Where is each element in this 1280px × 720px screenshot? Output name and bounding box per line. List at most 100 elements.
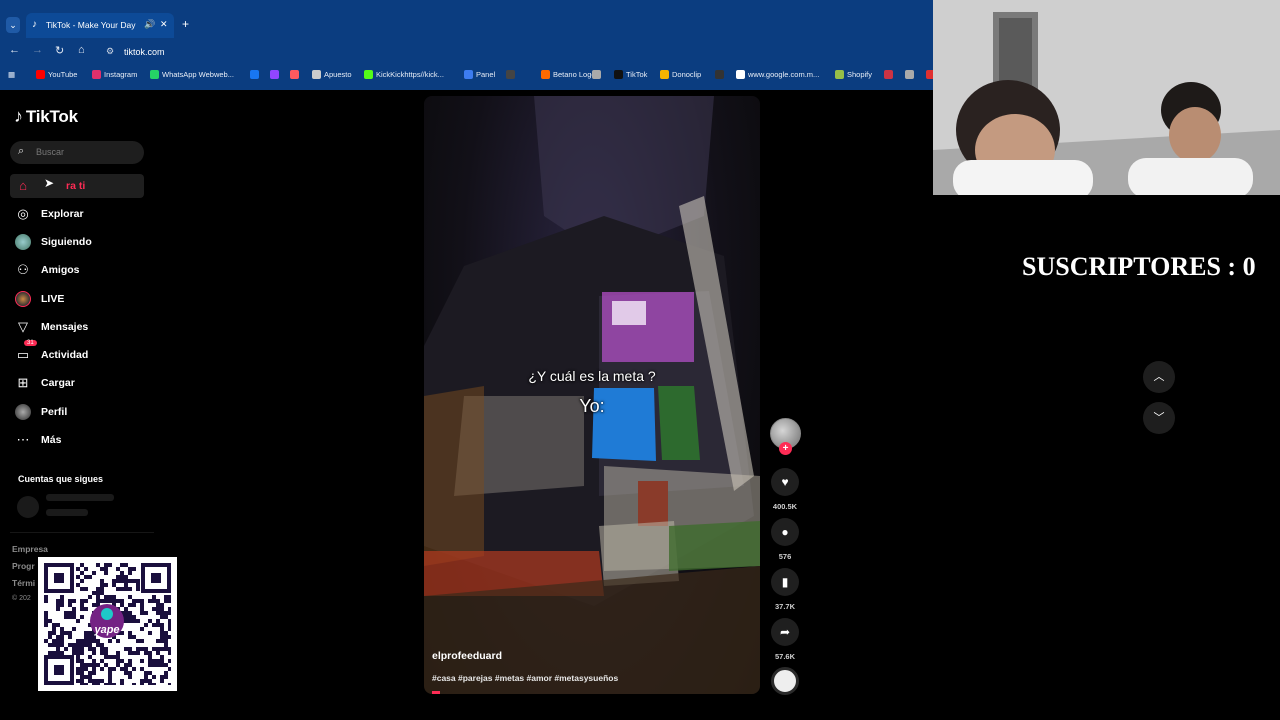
bookmark-favicon-icon [614,70,623,79]
bookmark-item[interactable]: Apuesto [312,70,352,79]
address-url: tiktok.com [124,47,165,57]
bookmark-favicon-icon [92,70,101,79]
sidebar-item-messages[interactable]: ▽ Mensajes [10,315,144,339]
bookmark-item[interactable]: Instagram [92,70,137,79]
forward-icon[interactable]: → [32,44,43,56]
bookmark-item[interactable] [592,70,604,79]
browser-chrome: ⌄ ♪ TikTok - Make Your Day 🔊 ✕ + ← → ↻ ⌂… [0,0,935,90]
comment-count: 576 [778,552,792,561]
bookmark-label: Shopify [847,70,873,79]
search-input[interactable]: ⌕ Buscar [10,141,144,164]
bookmark-item[interactable]: Panel [464,70,495,79]
more-dots-icon: ⋯ [16,432,30,447]
site-info-icon[interactable]: ⚙ [106,46,114,57]
skeleton-avatar [17,496,39,518]
sidebar-item-friends[interactable]: ⚇ Amigos [10,258,144,282]
bookmark-label: WhatsApp Webweb... [162,70,234,79]
bookmark-item[interactable]: YouTube [36,70,77,79]
sidebar-item-label: LIVE [41,293,65,305]
video-caption-answer: Yo: [579,396,605,416]
search-placeholder: Buscar [36,147,65,157]
video-progress-bar[interactable] [432,691,440,694]
webcam-people-image [933,0,1280,195]
bookmark-favicon-icon [290,70,299,79]
friends-icon: ⚇ [17,262,29,277]
sidebar-item-more[interactable]: ⋯ Más [10,428,144,452]
new-tab-icon[interactable]: + [182,17,189,31]
sidebar-divider [10,532,154,533]
music-disc-icon[interactable] [771,667,799,695]
like-count: 400.5K [772,502,798,511]
tiktok-note-icon: ♪ [14,106,23,126]
apps-grid-icon[interactable]: ▦ [8,70,15,79]
tiktok-favicon-icon: ♪ [32,19,37,30]
sidebar-item-label: Actividad [41,349,89,361]
bookmark-icon[interactable]: ▮ [771,568,799,596]
previous-video-chevron-up-icon[interactable]: ︿ [1143,361,1175,393]
bookmark-label: Apuesto [324,70,352,79]
bookmark-item[interactable]: Donoclip [660,70,701,79]
tab-strip: ⌄ ♪ TikTok - Make Your Day 🔊 ✕ + [0,12,933,38]
bookmark-item[interactable] [715,70,727,79]
video-hashtags[interactable]: #casa #parejas #metas #amor #metasysueño… [432,673,618,683]
bookmark-label: Panel [476,70,496,79]
bookmark-favicon-icon [835,70,844,79]
bookmark-item[interactable]: Shopify [835,70,872,79]
bookmark-item[interactable]: WhatsApp Webweb... [150,70,234,79]
sidebar-item-label: Explorar [41,208,84,220]
bookmark-item[interactable] [290,70,302,79]
yape-logo-text: yape [93,624,119,636]
sidebar-item-following[interactable]: Siguiendo [10,230,144,254]
bookmark-label: YouTube [48,70,78,79]
video-player[interactable]: ¿Y cuál es la meta ? Yo: elprofeeduard #… [424,96,760,694]
bookmark-item[interactable]: Betano Logo [541,70,596,79]
bookmark-label: www.google.com.m... [748,70,820,79]
sidebar-item-activity[interactable]: ▭ 31 Actividad [10,340,144,367]
follow-plus-icon[interactable]: + [779,442,792,455]
skeleton-line [46,494,114,501]
bookmark-item[interactable] [506,70,518,79]
bookmark-item[interactable] [270,70,282,79]
bookmark-favicon-icon [364,70,373,79]
sidebar-item-for-you[interactable]: ⌂ ra ti ➤ [10,174,144,198]
bookmark-favicon-icon [541,70,550,79]
back-icon[interactable]: ← [9,44,20,56]
like-heart-icon[interactable]: ♥ [771,468,799,496]
sidebar-item-upload[interactable]: ⊞ Cargar [10,371,144,395]
sidebar-item-label: Mensajes [41,321,89,333]
sidebar-item-label: Cargar [41,377,75,389]
footer-company-link[interactable]: Empresa [12,544,48,554]
footer-programs-link[interactable]: Progr [12,561,35,571]
next-video-chevron-down-icon[interactable]: ﹀ [1143,402,1175,434]
yape-qr-code: yape [38,557,177,691]
tab-close-icon[interactable]: ✕ [160,19,168,30]
bookmark-item[interactable]: KickKickhttps//kick... [364,70,444,79]
bookmark-favicon-icon [464,70,473,79]
tiktok-wordmark: TikTok [25,106,78,126]
tab-search-button[interactable]: ⌄ [6,17,20,33]
reload-icon[interactable]: ↻ [55,44,64,57]
bookmark-item[interactable] [250,70,262,79]
address-bar[interactable]: ⚙ tiktok.com [100,42,926,62]
tab-tiktok[interactable]: ♪ TikTok - Make Your Day 🔊 ✕ [26,13,174,38]
bookmark-item[interactable] [884,70,896,79]
sidebar-item-profile[interactable]: Perfil [10,400,144,424]
audio-playing-icon[interactable]: 🔊 [144,19,155,30]
sidebar-item-explore[interactable]: ◎ Explorar [10,202,144,226]
following-accounts-title: Cuentas que sigues [18,474,104,484]
sidebar-item-live[interactable]: LIVE [10,287,144,311]
home-icon[interactable]: ⌂ [78,44,85,56]
bookmark-item[interactable]: TikTok [614,70,647,79]
bookmark-favicon-icon [250,70,259,79]
share-arrow-icon[interactable]: ➦ [771,618,799,646]
comment-icon[interactable]: ● [771,518,799,546]
bookmark-item[interactable]: www.google.com.m... [736,70,819,79]
footer-terms-link[interactable]: Térmi [12,578,35,588]
tiktok-logo[interactable]: ♪ TikTok [14,106,78,127]
home-icon: ⌂ [19,178,27,193]
bookmark-item[interactable] [905,70,917,79]
video-author[interactable]: elprofeeduard [432,650,502,662]
bookmark-label: KickKickhttps//kick... [376,70,444,79]
bookmark-label: Donoclip [672,70,702,79]
sidebar-item-label: Amigos [41,264,80,276]
